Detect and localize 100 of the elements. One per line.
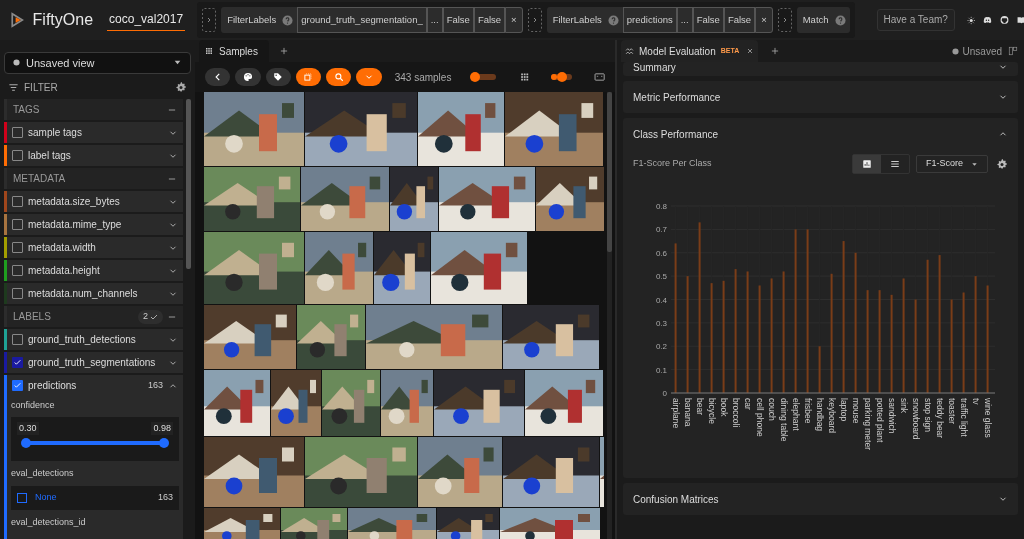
field-row[interactable]: ground_truth_segmentations xyxy=(4,352,183,373)
stage-expand-icon[interactable] xyxy=(202,8,217,32)
category-label: bear xyxy=(694,398,705,415)
stage-expand-icon[interactable] xyxy=(527,8,542,32)
field-row[interactable]: sample tags xyxy=(4,122,183,143)
field-row[interactable]: metadata.mime_type xyxy=(4,214,183,235)
stage-parameter[interactable]: False xyxy=(473,7,506,33)
add-tab-icon[interactable] xyxy=(770,46,781,56)
field-row[interactable]: metadata.height xyxy=(4,260,183,281)
slider-handle[interactable] xyxy=(159,438,169,448)
remove-stage-button[interactable]: × xyxy=(505,7,523,33)
category-label: car xyxy=(742,398,753,410)
help-icon[interactable] xyxy=(834,14,846,26)
category-label: potted plant xyxy=(874,398,885,443)
category-label: tv xyxy=(970,398,981,405)
category-label: sandwich xyxy=(886,398,897,434)
checkbox[interactable] xyxy=(12,242,23,253)
category-label: elephant xyxy=(790,398,801,431)
field-row[interactable]: metadata.width xyxy=(4,237,183,258)
stage-expand-icon[interactable] xyxy=(777,8,792,32)
dataset-selector[interactable]: coco_val2017 xyxy=(107,9,186,31)
checkbox[interactable] xyxy=(12,380,23,391)
help-icon[interactable] xyxy=(282,14,294,26)
checkbox[interactable] xyxy=(12,150,23,161)
app-title[interactable]: FiftyOne xyxy=(32,8,94,32)
field-label: sample tags xyxy=(28,126,83,140)
section-header[interactable]: LABELS 2 xyxy=(4,306,183,327)
section-header[interactable]: Confusion Matrices xyxy=(633,483,1008,515)
checkbox[interactable] xyxy=(12,219,23,230)
scrollbar-thumb[interactable] xyxy=(186,99,191,269)
slider-handle[interactable] xyxy=(21,438,31,448)
field-row[interactable]: ground_truth_detections xyxy=(4,329,183,350)
check-icon xyxy=(13,381,22,390)
settings-icon[interactable] xyxy=(996,158,1008,170)
category-label: cell phone xyxy=(754,398,765,437)
slider-handle[interactable] xyxy=(557,72,568,82)
section-header[interactable]: Summary xyxy=(633,62,1008,76)
field-row[interactable]: predictions 163 confidence 0.30 0.98 eval_detections None 163 eval_detections_id xyxy=(4,375,183,539)
checkbox[interactable] xyxy=(12,265,23,276)
stage-parameter[interactable]: False xyxy=(723,7,756,33)
stage-parameter[interactable]: ... xyxy=(676,7,693,33)
more-options-button[interactable] xyxy=(356,68,382,86)
tag-button[interactable] xyxy=(265,68,291,86)
axis-tick-label: 0 xyxy=(662,389,667,398)
slider-fill[interactable] xyxy=(551,74,558,80)
field-label: metadata.width xyxy=(28,241,97,255)
axis-tick-label: 0.7 xyxy=(655,225,667,235)
section-header[interactable]: TAGS xyxy=(4,99,183,120)
section-header[interactable]: Class Performance xyxy=(633,118,1008,150)
filter-option[interactable]: None 163 xyxy=(11,485,179,510)
stage-parameter[interactable]: ... xyxy=(426,7,443,33)
range-max-value: 0.98 xyxy=(151,421,173,435)
selected-count-badge[interactable]: 2 xyxy=(138,309,163,324)
checkbox[interactable] xyxy=(12,288,23,299)
patches-button[interactable] xyxy=(295,68,322,86)
back-button[interactable] xyxy=(205,68,231,86)
category-label: laptop xyxy=(838,398,849,422)
stage-parameter[interactable]: predictions xyxy=(622,7,677,33)
bar-chart-view-button[interactable] xyxy=(853,155,881,173)
stage-parameter[interactable]: False xyxy=(442,7,474,33)
field-row[interactable]: label tags xyxy=(4,145,183,166)
search-button[interactable] xyxy=(326,68,352,86)
wave-icon xyxy=(625,46,634,56)
display-options-icon[interactable] xyxy=(593,71,605,83)
metric-dropdown[interactable]: F1-Score xyxy=(916,155,988,173)
category-label: airplane xyxy=(670,398,681,429)
checkbox[interactable] xyxy=(12,357,23,368)
remove-stage-button[interactable]: × xyxy=(755,7,773,33)
samples-tab[interactable]: Samples xyxy=(199,40,269,62)
layout-icon[interactable] xyxy=(1008,46,1018,56)
help-icon[interactable] xyxy=(607,14,619,26)
scrollbar-thumb[interactable] xyxy=(607,92,612,252)
checkbox[interactable] xyxy=(17,492,27,503)
field-row[interactable]: metadata.num_channels xyxy=(4,283,183,304)
stage-parameter[interactable]: False xyxy=(692,7,724,33)
stage-name: Match xyxy=(801,12,830,27)
view-selector[interactable]: Unsaved view xyxy=(4,52,191,74)
option-label: None xyxy=(35,490,58,504)
checkbox[interactable] xyxy=(12,196,23,207)
checkbox[interactable] xyxy=(12,127,23,138)
settings-icon[interactable] xyxy=(175,81,187,94)
range-slider[interactable] xyxy=(21,438,169,448)
axis-tick-label: 0.6 xyxy=(655,248,667,258)
axis-tick-label: 0.1 xyxy=(655,365,667,375)
checkbox[interactable] xyxy=(12,334,23,345)
grid-icon[interactable] xyxy=(519,72,530,82)
stage-parameter[interactable]: ground_truth_segmentation_ xyxy=(297,7,427,33)
category-label: teddy bear xyxy=(934,398,945,439)
add-tab-icon[interactable] xyxy=(279,46,289,56)
section-header[interactable]: METADATA xyxy=(4,168,183,189)
section-header[interactable]: Metric Performance xyxy=(633,81,1008,113)
list-icon xyxy=(890,159,900,169)
field-row[interactable]: metadata.size_bytes xyxy=(4,191,183,212)
close-icon[interactable] xyxy=(746,47,755,55)
axis-tick-label: 0.8 xyxy=(655,202,667,211)
bar-chart-icon xyxy=(862,159,872,169)
tab-label: Model Evaluation xyxy=(639,44,716,59)
color-palette-button[interactable] xyxy=(235,68,261,86)
team-button[interactable]: Have a Team? xyxy=(876,9,955,31)
slider-handle[interactable] xyxy=(470,72,481,82)
